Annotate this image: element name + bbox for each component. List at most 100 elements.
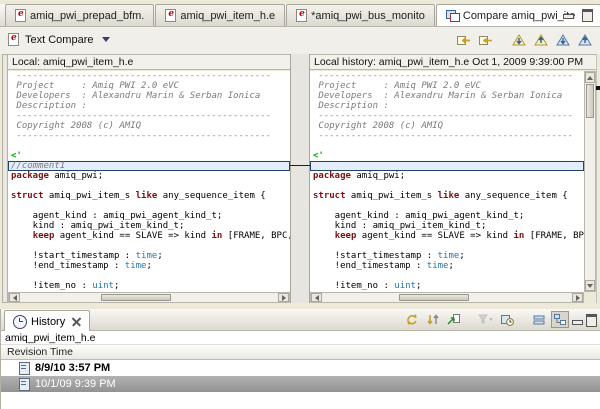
left-pane-header: Local: amiq_pwi_item_h.e: [8, 54, 290, 70]
code-line: Project : Amiq PWI 2.0 eVC: [313, 81, 481, 91]
chevron-down-icon: [102, 37, 111, 42]
code-line: struct amiq_pwi_item_s like any_sequence…: [313, 191, 568, 201]
code-line: agent_kind : amiq_pwi_agent_kind_t;: [313, 211, 525, 221]
code-line: keep agent_kind == SLAVE => kind in [FRA…: [334, 231, 584, 241]
tab-label: amiq_pwi_prepad_bfm.: [30, 9, 145, 22]
show-time-info-icon[interactable]: [498, 311, 516, 328]
revision-time: 10/1/09 9:39 PM: [35, 378, 116, 390]
code-line: Project : Amiq PWI 2.0 eVC: [11, 81, 179, 91]
code-line: ----------------------------------------…: [11, 71, 272, 81]
code-line: Description :: [11, 101, 87, 111]
scrollbar-thumb[interactable]: [399, 294, 469, 301]
compare-mode-icon[interactable]: [445, 311, 463, 328]
scrollbar-thumb[interactable]: [586, 84, 594, 118]
minimize-icon[interactable]: [563, 14, 574, 19]
copy-all-right-to-left-icon[interactable]: [454, 32, 472, 49]
tab-amiq-pwi-bus-monitor[interactable]: *amiq_pwi_bus_monito: [286, 4, 435, 26]
e-file-icon: [8, 33, 19, 46]
scroll-down-icon[interactable]: [585, 280, 595, 291]
code-line: Copyright 2008 (c) AMIQ: [11, 121, 142, 131]
scroll-right-icon[interactable]: [572, 293, 583, 302]
compare-toolbar-icons: [454, 32, 594, 49]
left-code-editor[interactable]: ----------------------------------------…: [8, 71, 290, 292]
scroll-left-icon[interactable]: [9, 293, 20, 302]
code-line: Copyright 2008 (c) AMIQ: [313, 121, 444, 131]
copy-current-right-to-left-icon[interactable]: [476, 32, 494, 49]
selected-diff-line: [310, 161, 584, 171]
revision-row[interactable]: 10/1/09 9:39 PM: [1, 376, 600, 392]
maximize-icon[interactable]: [586, 314, 597, 327]
revision-icon: [19, 361, 30, 375]
link-with-editor-icon[interactable]: [424, 311, 442, 328]
code-line: !end_timestamp : time;: [11, 261, 152, 271]
previous-change-icon[interactable]: [576, 32, 594, 49]
scrollbar-thumb[interactable]: [101, 294, 171, 301]
e-file-icon: [165, 9, 177, 22]
flat-mode-icon[interactable]: [530, 311, 548, 328]
code-line: package amiq_pwi;: [11, 171, 104, 181]
filter-dropdown-icon[interactable]: [477, 311, 495, 328]
close-icon[interactable]: [72, 317, 81, 326]
next-change-icon[interactable]: [554, 32, 572, 49]
scroll-right-icon[interactable]: [278, 293, 289, 302]
tab-label: amiq_pwi_item_h.e: [180, 9, 276, 22]
code-line: ----------------------------------------…: [11, 111, 272, 121]
editor-tab-bar: amiq_pwi_prepad_bfm. amiq_pwi_item_h.e *…: [0, 4, 600, 27]
right-horizontal-scrollbar[interactable]: [310, 292, 584, 303]
code-line: Description :: [313, 101, 389, 111]
history-tab-bar: History: [1, 309, 600, 332]
tab-label: *amiq_pwi_bus_monito: [311, 9, 425, 22]
tab-history[interactable]: History: [4, 310, 91, 332]
tab-amiq-pwi-item-h-e[interactable]: amiq_pwi_item_h.e: [155, 4, 286, 26]
left-horizontal-scrollbar[interactable]: [8, 292, 290, 303]
revision-row[interactable]: 8/9/10 3:57 PM: [1, 360, 600, 376]
code-line: ----------------------------------------…: [11, 131, 272, 141]
right-pane-header: Local history: amiq_pwi_item_h.e Oct 1, …: [310, 54, 600, 70]
overview-ruler[interactable]: [596, 54, 600, 303]
tab-amiq-pwi-prepad-bfm[interactable]: amiq_pwi_prepad_bfm.: [5, 4, 155, 26]
next-difference-icon[interactable]: [510, 32, 528, 49]
code-line: Developers : Alexandru Marin & Serban Io…: [313, 91, 563, 101]
right-vertical-scrollbar[interactable]: [584, 71, 596, 292]
code-line: kind : amiq_pwi_item_kind_t;: [11, 221, 185, 231]
scroll-up-icon[interactable]: [585, 72, 595, 83]
selected-diff-line: //comment1: [8, 161, 290, 171]
right-code-editor[interactable]: ----------------------------------------…: [310, 71, 584, 292]
maximize-icon[interactable]: [582, 9, 593, 22]
editor-window-buttons: [563, 9, 593, 22]
revision-time: 8/9/10 3:57 PM: [35, 362, 111, 374]
code-line: kind : amiq_pwi_item_kind_t;: [313, 221, 487, 231]
code-line: struct amiq_pwi_item_s like any_sequence…: [11, 191, 266, 201]
history-icon: [13, 314, 27, 329]
history-view-title: History: [31, 315, 66, 328]
e-file-icon: [15, 9, 26, 22]
column-header-revision-time[interactable]: Revision Time: [1, 345, 600, 360]
compare-toolbar: Text Compare: [0, 27, 600, 54]
scroll-left-icon[interactable]: [311, 293, 322, 302]
code-line: <': [11, 151, 22, 161]
code-line: !start_timestamp : time;: [11, 251, 163, 261]
hierarchical-mode-icon[interactable]: [551, 311, 569, 328]
tab-label: Compare amiq_pwi_ite: [462, 9, 576, 22]
previous-difference-icon[interactable]: [532, 32, 550, 49]
diff-overview-marker[interactable]: [596, 86, 600, 90]
diff-connector-line: [290, 165, 310, 166]
eclipse-workbench: amiq_pwi_prepad_bfm. amiq_pwi_item_h.e *…: [0, 0, 600, 409]
code-line: ----------------------------------------…: [313, 71, 574, 81]
revision-icon: [19, 377, 30, 391]
history-rows: 8/9/10 3:57 PM 10/1/09 9:39 PM: [1, 360, 600, 392]
refresh-icon[interactable]: [403, 311, 421, 328]
diff-center-gutter: [290, 54, 310, 303]
code-line: ----------------------------------------…: [313, 111, 574, 121]
code-line: !start_timestamp : time;: [313, 251, 465, 261]
history-file-label: amiq_pwi_item_h.e: [1, 331, 600, 345]
compare-mode-selector[interactable]: Text Compare: [8, 33, 111, 46]
minimize-icon[interactable]: [572, 320, 583, 325]
